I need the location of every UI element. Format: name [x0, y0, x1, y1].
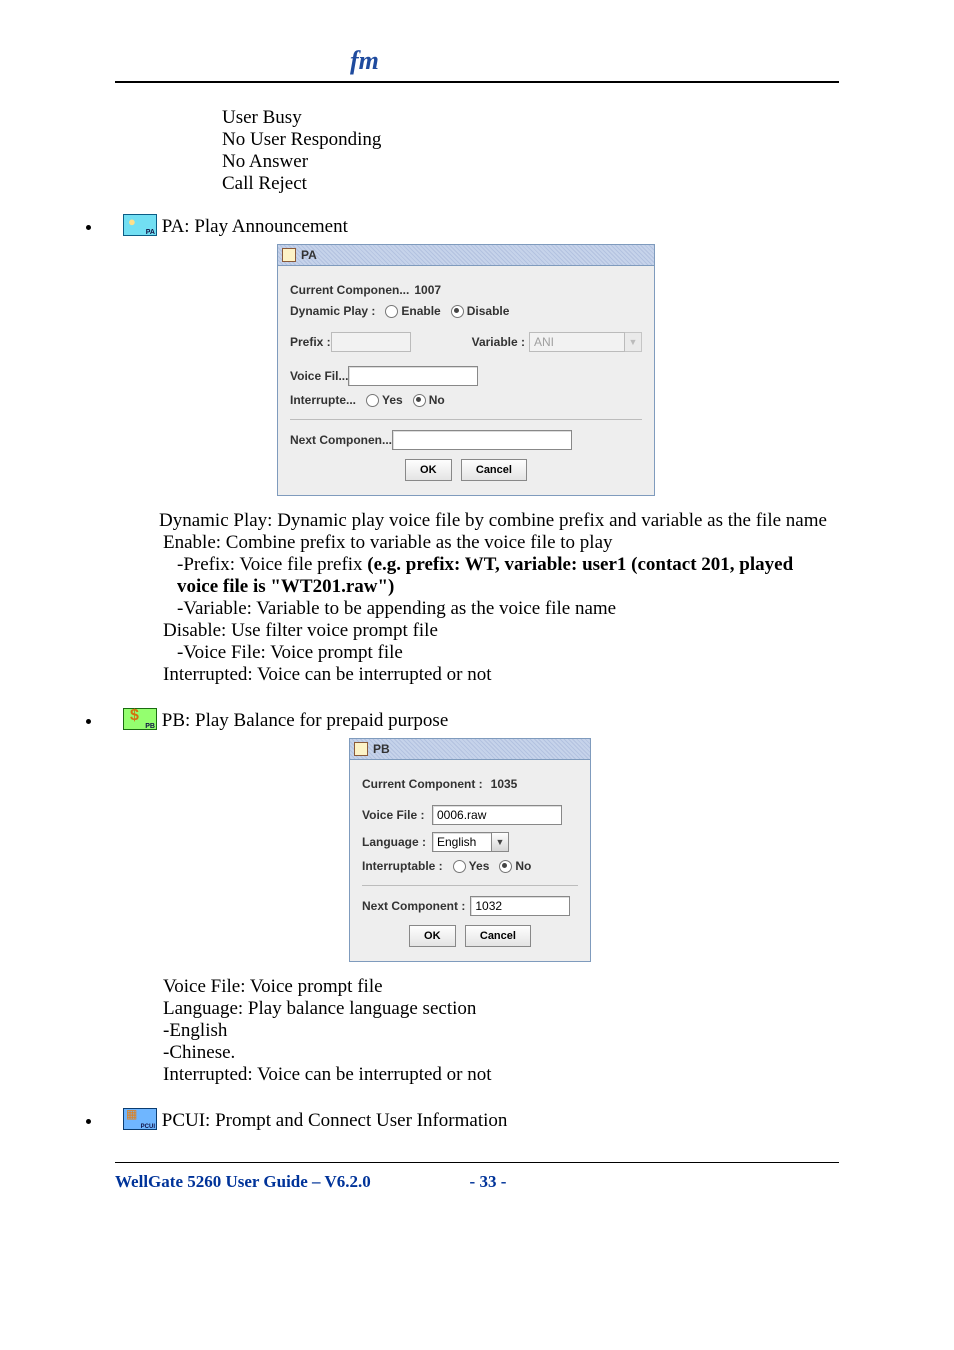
pb-interrupt-no-text: No [515, 859, 531, 873]
pb-dialog-titlebar[interactable]: PB [350, 738, 590, 760]
pa-interrupt-yes-radio[interactable] [366, 394, 379, 407]
pa-desc-voicefile: -Voice File: Voice prompt file [177, 642, 839, 664]
pa-desc-enable: Enable: Combine prefix to variable as th… [163, 532, 839, 554]
busy-line-1: No User Responding [222, 129, 839, 151]
pcui-title: PCUI: Prompt and Connect User Informatio… [162, 1110, 508, 1131]
pa-dynplay-label: Dynamic Play : [290, 304, 375, 318]
pb-interrupt-no-radio[interactable] [499, 860, 512, 873]
busy-line-0: User Busy [222, 107, 839, 129]
pa-variable-select[interactable]: ANI [529, 332, 625, 352]
pa-dialog-titlebar[interactable]: PA [278, 244, 654, 266]
pb-title-icon [354, 742, 368, 756]
pb-current-value: 1035 [491, 777, 518, 791]
busy-line-3: Call Reject [222, 173, 839, 195]
pb-desc-english: -English [163, 1020, 839, 1042]
pb-dialog: PB Current Component : 1035 Voice File :… [349, 738, 591, 962]
pcui-icon [123, 1108, 157, 1130]
pa-next-label: Next Componen... [290, 433, 392, 447]
pb-current-label: Current Component : [362, 777, 483, 791]
pa-variable-dropdown-icon[interactable]: ▼ [625, 332, 642, 352]
pa-item: PA: Play Announcement PA Current Compone… [103, 214, 839, 686]
pa-voicefile-label: Voice Fil... [290, 369, 348, 383]
pa-prefix-input[interactable] [331, 332, 411, 352]
body-content: User Busy No User Responding No Answer C… [115, 107, 839, 1132]
pb-desc-voicefile: Voice File: Voice prompt file [163, 976, 839, 998]
pb-item: PB: Play Balance for prepaid purpose PB … [103, 708, 839, 1086]
pb-cancel-button[interactable]: Cancel [465, 925, 531, 947]
pa-desc-prefix: -Prefix: Voice file prefix (e.g. prefix:… [177, 554, 839, 598]
pa-ok-button[interactable]: OK [405, 459, 452, 481]
pa-disable-radio[interactable] [451, 305, 464, 318]
pa-desc-disable: Disable: Use filter voice prompt file [163, 620, 839, 642]
pb-voicefile-label: Voice File : [362, 808, 432, 822]
pb-ok-button[interactable]: OK [409, 925, 456, 947]
pb-desc-interrupt: Interrupted: Voice can be interrupted or… [163, 1064, 839, 1086]
pa-title: PA: Play Announcement [162, 216, 348, 237]
pa-variable-label: Variable : [472, 335, 525, 349]
pb-dialog-title: PB [373, 742, 390, 756]
pa-prefix-label: Prefix : [290, 335, 331, 349]
pb-language-dropdown-icon[interactable]: ▼ [492, 832, 509, 852]
pa-icon [123, 214, 157, 236]
pa-current-label: Current Componen... [290, 283, 409, 297]
pb-next-label: Next Component : [362, 899, 465, 913]
logo: fm [350, 46, 379, 76]
pb-language-label: Language : [362, 835, 432, 849]
pb-language-select[interactable]: English [432, 832, 492, 852]
pa-title-icon [282, 248, 296, 262]
pb-interrupt-label: Interruptable : [362, 859, 443, 873]
pcui-item: PCUI: Prompt and Connect User Informatio… [103, 1108, 839, 1132]
pa-desc-variable: -Variable: Variable to be appending as t… [177, 598, 839, 620]
pa-separator [290, 419, 642, 420]
pb-icon [123, 708, 157, 730]
pa-current-value: 1007 [414, 283, 441, 297]
pa-interrupt-yes-text: Yes [382, 393, 403, 407]
pa-next-input[interactable] [392, 430, 572, 450]
footer-page: - 33 - [470, 1172, 507, 1191]
pa-enable-text: Enable [401, 304, 440, 318]
busy-line-2: No Answer [222, 151, 839, 173]
pb-interrupt-yes-radio[interactable] [453, 860, 466, 873]
pa-desc-interrupt: Interrupted: Voice can be interrupted or… [163, 664, 839, 686]
pb-next-input[interactable]: 1032 [470, 896, 570, 916]
pa-desc-prefix-text: -Prefix: Voice file prefix [177, 554, 367, 575]
bottom-divider [115, 1162, 839, 1163]
pb-desc-language: Language: Play balance language section [163, 998, 839, 1020]
pa-voicefile-input[interactable] [348, 366, 478, 386]
pa-dialog-title: PA [301, 248, 317, 262]
pb-separator [362, 885, 578, 886]
pa-cancel-button[interactable]: Cancel [461, 459, 527, 481]
pa-disable-text: Disable [467, 304, 510, 318]
footer-title: WellGate 5260 User Guide – V6.2.0 [115, 1172, 371, 1191]
busy-lines: User Busy No User Responding No Answer C… [222, 107, 839, 195]
pb-title: PB: Play Balance for prepaid purpose [162, 710, 449, 731]
pa-interrupt-no-text: No [429, 393, 445, 407]
footer: WellGate 5260 User Guide – V6.2.0 - 33 - [115, 1171, 839, 1193]
pb-voicefile-input[interactable]: 0006.raw [432, 805, 562, 825]
pa-desc-dyn: Dynamic Play: Dynamic play voice file by… [159, 510, 839, 532]
pb-interrupt-yes-text: Yes [469, 859, 490, 873]
pb-desc-chinese: -Chinese. [163, 1042, 839, 1064]
top-divider [115, 81, 839, 83]
pa-dialog: PA Current Componen... 1007 Dynamic Play… [277, 244, 655, 496]
pa-enable-radio[interactable] [385, 305, 398, 318]
pa-interrupt-no-radio[interactable] [413, 394, 426, 407]
pa-interrupt-label: Interrupte... [290, 393, 356, 407]
